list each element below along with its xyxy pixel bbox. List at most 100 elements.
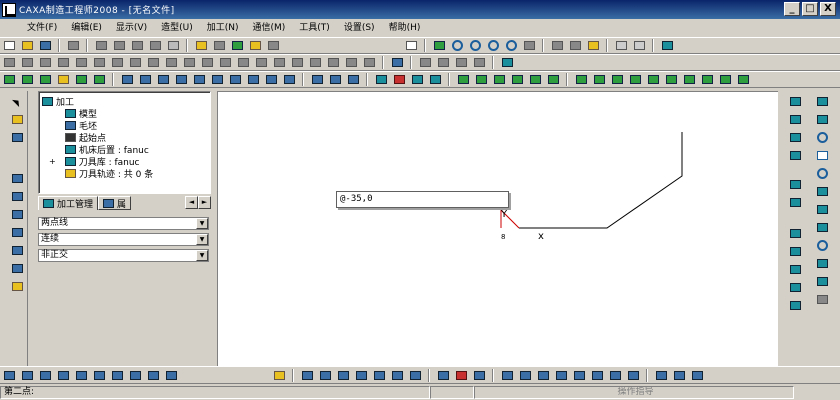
- menu-modeling[interactable]: 造型(U): [154, 19, 200, 37]
- pencil-icon[interactable]: [659, 38, 675, 53]
- tool-18-icon[interactable]: [307, 55, 323, 70]
- zoom-in-icon[interactable]: [467, 38, 483, 53]
- b31-icon[interactable]: [689, 368, 705, 383]
- r6-icon[interactable]: [787, 195, 803, 210]
- coordinate-input[interactable]: @-35,0: [336, 191, 509, 208]
- polygon-tool-icon[interactable]: [814, 256, 830, 271]
- feature-3-icon[interactable]: [155, 72, 171, 87]
- save-file-button[interactable]: [37, 38, 53, 53]
- curve-1-icon[interactable]: [373, 72, 389, 87]
- eraser-icon[interactable]: [271, 368, 287, 383]
- b17-icon[interactable]: [407, 368, 423, 383]
- surface-1-icon[interactable]: [1, 72, 17, 87]
- menu-tools[interactable]: 工具(T): [292, 19, 337, 37]
- mach-13-icon[interactable]: [681, 72, 697, 87]
- filter-icon[interactable]: [229, 38, 245, 53]
- tab-properties[interactable]: 属: [98, 196, 132, 210]
- b19-icon[interactable]: [453, 368, 469, 383]
- b2-icon[interactable]: [19, 368, 35, 383]
- tool-2-icon[interactable]: [19, 55, 35, 70]
- b30-icon[interactable]: [671, 368, 687, 383]
- r2-icon[interactable]: [787, 112, 803, 127]
- offset-tool-icon[interactable]: [814, 274, 830, 289]
- b14-icon[interactable]: [353, 368, 369, 383]
- mach-4-icon[interactable]: [509, 72, 525, 87]
- copy-button[interactable]: [111, 38, 127, 53]
- feature-8-icon[interactable]: [245, 72, 261, 87]
- open-file-button[interactable]: [19, 38, 35, 53]
- tab-scroll-right-button[interactable]: ►: [198, 196, 211, 209]
- mach-3-icon[interactable]: [491, 72, 507, 87]
- b9-icon[interactable]: [145, 368, 161, 383]
- feature-12-icon[interactable]: [327, 72, 343, 87]
- tool-25-icon[interactable]: [453, 55, 469, 70]
- expand-icon[interactable]: +: [49, 157, 56, 166]
- mach-1-icon[interactable]: [455, 72, 471, 87]
- tool-24-icon[interactable]: [435, 55, 451, 70]
- b8-icon[interactable]: [127, 368, 143, 383]
- wireframe-icon[interactable]: [549, 38, 565, 53]
- tool-8-icon[interactable]: [127, 55, 143, 70]
- curve-2-icon[interactable]: [391, 72, 407, 87]
- b7-icon[interactable]: [109, 368, 125, 383]
- text-tool-icon[interactable]: [814, 292, 830, 307]
- b24-icon[interactable]: [553, 368, 569, 383]
- b21-icon[interactable]: [499, 368, 515, 383]
- shaded-icon[interactable]: [585, 38, 601, 53]
- feature-4-icon[interactable]: [173, 72, 189, 87]
- image-icon[interactable]: [9, 130, 25, 145]
- tool-16-icon[interactable]: [271, 55, 287, 70]
- menu-machining[interactable]: 加工(N): [200, 19, 246, 37]
- surface-2-icon[interactable]: [19, 72, 35, 87]
- feature-6-icon[interactable]: [209, 72, 225, 87]
- ellipse-tool-icon[interactable]: [814, 166, 830, 181]
- mach-2-icon[interactable]: [473, 72, 489, 87]
- b12-icon[interactable]: [317, 368, 333, 383]
- menu-view[interactable]: 显示(V): [109, 19, 154, 37]
- tool-22-icon[interactable]: [389, 55, 405, 70]
- polyline-tool-icon[interactable]: [814, 202, 830, 217]
- tool-9-icon[interactable]: [145, 55, 161, 70]
- undo-button[interactable]: [147, 38, 163, 53]
- curve-3-icon[interactable]: [409, 72, 425, 87]
- b29-icon[interactable]: [653, 368, 669, 383]
- mach-7-icon[interactable]: [573, 72, 589, 87]
- menu-help[interactable]: 帮助(H): [382, 19, 428, 37]
- tool-5-icon[interactable]: [73, 55, 89, 70]
- tool-20-icon[interactable]: [343, 55, 359, 70]
- chevron-down-icon[interactable]: ▼: [196, 218, 208, 229]
- b4-icon[interactable]: [55, 368, 71, 383]
- tool-27-icon[interactable]: [499, 55, 515, 70]
- color-icon[interactable]: [247, 38, 263, 53]
- surface-4-icon[interactable]: [55, 72, 71, 87]
- mach-11-icon[interactable]: [645, 72, 661, 87]
- tool-17-icon[interactable]: [289, 55, 305, 70]
- feature-9-icon[interactable]: [263, 72, 279, 87]
- dimension-7-icon[interactable]: [9, 279, 25, 294]
- tool-10-icon[interactable]: [163, 55, 179, 70]
- select-arrow-icon[interactable]: [9, 94, 25, 109]
- menu-file[interactable]: 文件(F): [20, 19, 64, 37]
- tool-12-icon[interactable]: [199, 55, 215, 70]
- dimension-2-icon[interactable]: [9, 189, 25, 204]
- drawing-canvas[interactable]: Y x 8 @-35,0: [217, 91, 778, 366]
- line-tool-icon[interactable]: [814, 94, 830, 109]
- tool-14-icon[interactable]: [235, 55, 251, 70]
- line-type-select[interactable]: 两点线 ▼: [38, 217, 209, 230]
- line-mode-select[interactable]: 连续 ▼: [38, 233, 209, 246]
- surface-3-icon[interactable]: [37, 72, 53, 87]
- chevron-down-icon[interactable]: ▼: [196, 234, 208, 245]
- mach-14-icon[interactable]: [699, 72, 715, 87]
- feature-13-icon[interactable]: [345, 72, 361, 87]
- r9-icon[interactable]: [787, 262, 803, 277]
- cut-button[interactable]: [93, 38, 109, 53]
- dimension-5-icon[interactable]: [9, 243, 25, 258]
- tool-21-icon[interactable]: [361, 55, 377, 70]
- tool-11-icon[interactable]: [181, 55, 197, 70]
- wrench-icon[interactable]: [211, 38, 227, 53]
- r11-icon[interactable]: [787, 298, 803, 313]
- zoom-window-icon[interactable]: [449, 38, 465, 53]
- surface-5-icon[interactable]: [73, 72, 89, 87]
- r8-icon[interactable]: [787, 244, 803, 259]
- b28-icon[interactable]: [625, 368, 641, 383]
